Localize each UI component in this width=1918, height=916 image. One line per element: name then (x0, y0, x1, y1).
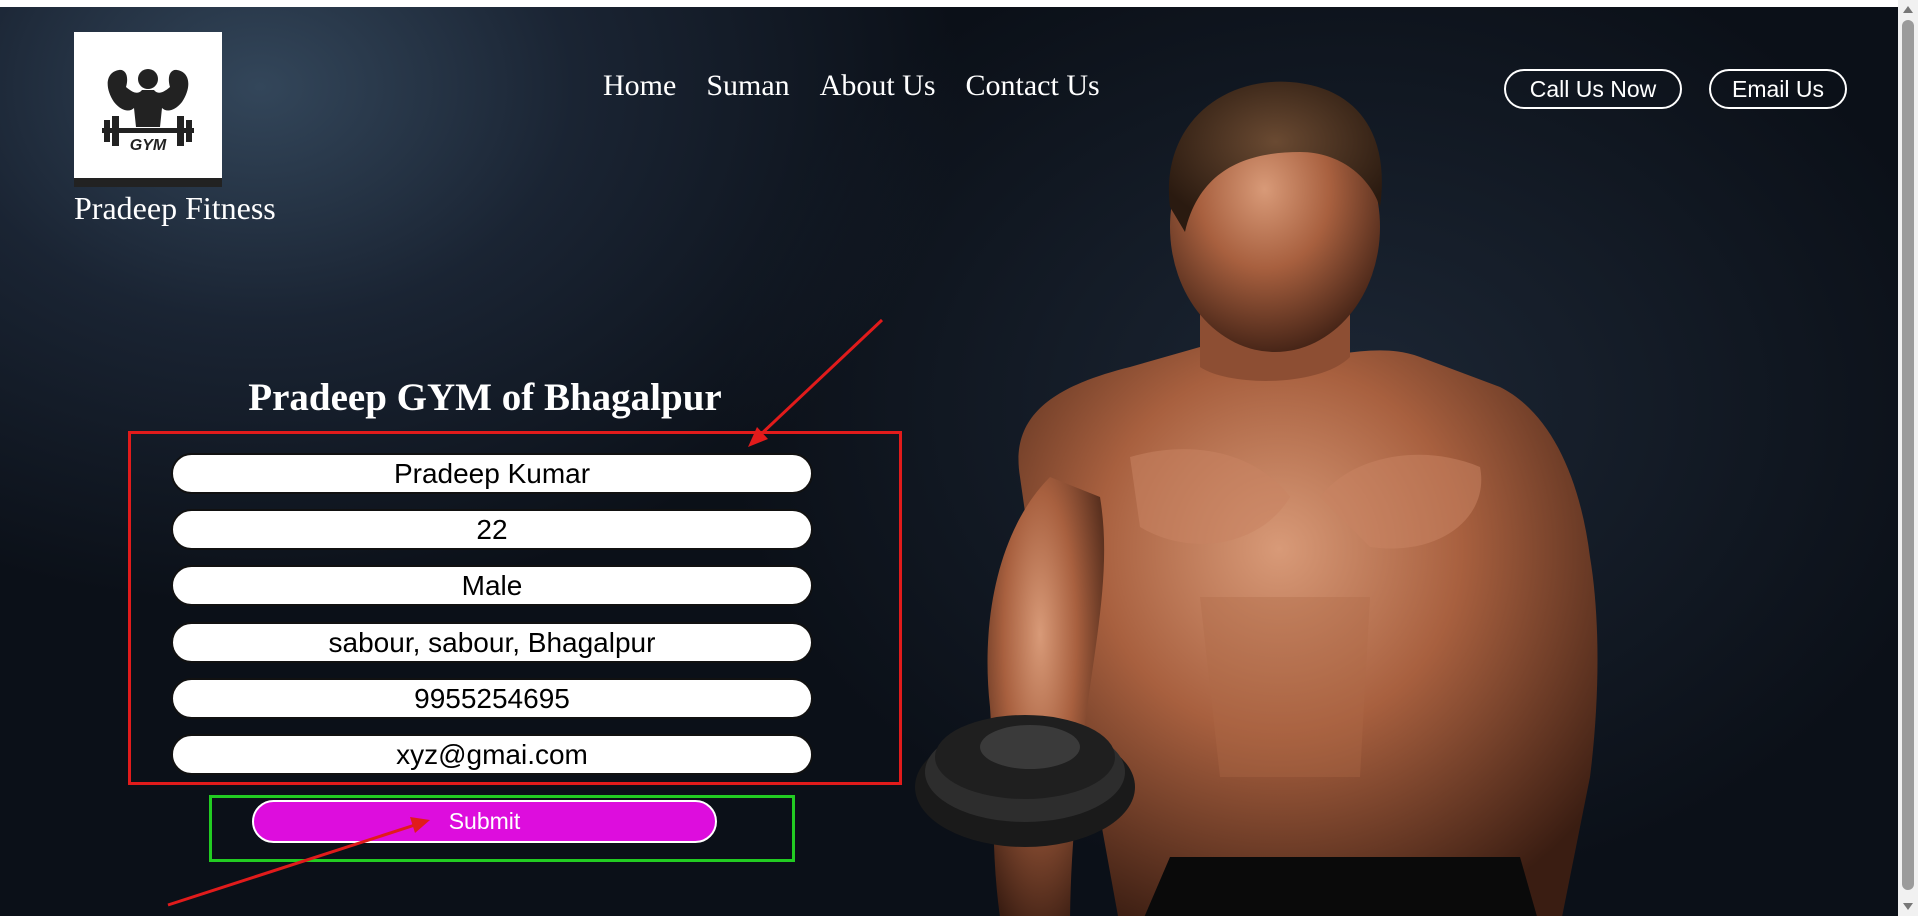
scrollbar-thumb[interactable] (1902, 20, 1914, 890)
brand-name: Pradeep Fitness (74, 190, 276, 226)
nav-suman[interactable]: Suman (706, 69, 789, 103)
gym-logo[interactable]: GYM (74, 32, 222, 187)
scroll-up-arrow-icon[interactable] (1903, 6, 1913, 13)
submit-button[interactable]: Submit (252, 800, 717, 843)
window-top-edge (0, 0, 1898, 7)
call-us-now-button[interactable]: Call Us Now (1504, 69, 1682, 109)
name-field[interactable] (171, 453, 813, 494)
phone-field[interactable] (171, 678, 813, 719)
nav-home[interactable]: Home (603, 69, 676, 103)
logo-watermark-strip (74, 178, 222, 187)
form-title: Pradeep GYM of Bhagalpur (248, 376, 722, 419)
gender-field[interactable] (171, 565, 813, 606)
email-field[interactable] (171, 734, 813, 775)
bodybuilder-icon: GYM (102, 69, 194, 154)
hero-athlete-image (915, 81, 1598, 916)
scroll-down-arrow-icon[interactable] (1903, 903, 1913, 910)
address-field[interactable] (171, 622, 813, 663)
vertical-scrollbar[interactable] (1898, 0, 1918, 916)
nav-contact-us[interactable]: Contact Us (966, 69, 1100, 103)
email-us-button[interactable]: Email Us (1709, 69, 1847, 109)
age-field[interactable] (171, 509, 813, 550)
main-nav: Home Suman About Us Contact Us (603, 69, 1100, 103)
nav-about-us[interactable]: About Us (820, 69, 936, 103)
logo-text: GYM (130, 137, 167, 154)
page-viewport: GYM Pradeep Fitness Home Suman About Us … (0, 7, 1898, 916)
